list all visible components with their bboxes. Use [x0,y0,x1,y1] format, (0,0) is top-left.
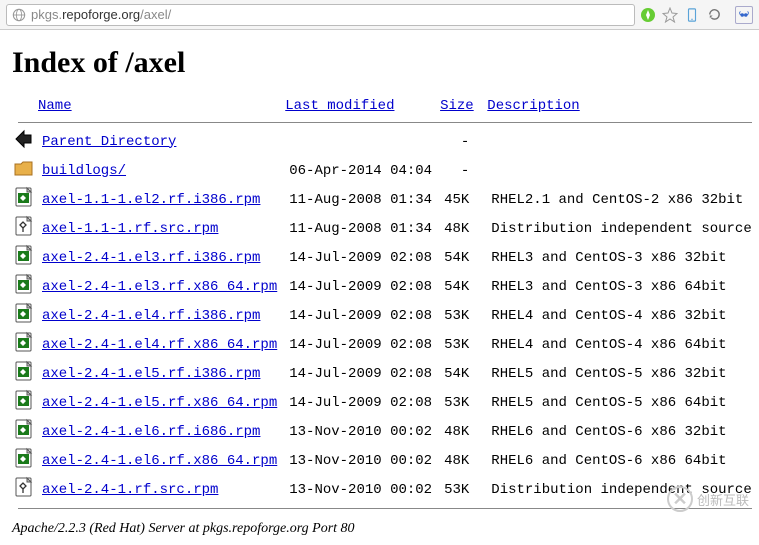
divider [18,508,752,509]
file-description: RHEL5 and CentOS-5 x86 32bit [485,359,757,388]
file-description: RHEL4 and CentOS-4 x86 32bit [485,301,757,330]
file-description: RHEL4 and CentOS-4 x86 64bit [485,330,757,359]
col-description[interactable]: Description [487,98,579,114]
table-row: axel-1.1-1.rf.src.rpm 11-Aug-2008 01:3448… [12,214,758,243]
file-description: RHEL6 and CentOS-6 x86 64bit [485,446,757,475]
file-modified: 06-Apr-2014 04:04 [283,156,438,185]
table-row: axel-2.4-1.el5.rf.x86_64.rpm 14-Jul-2009 … [12,388,758,417]
package-icon [14,197,34,213]
back-icon [14,139,34,155]
file-description: RHEL3 and CentOS-3 x86 64bit [485,272,757,301]
file-size: 53K [438,330,485,359]
source-icon [14,226,34,242]
table-row: axel-2.4-1.rf.src.rpm 13-Nov-2010 00:0253… [12,475,758,504]
package-icon [14,342,34,358]
file-link[interactable]: axel-2.4-1.rf.src.rpm [42,482,218,498]
file-size: 54K [438,359,485,388]
reload-icon[interactable] [705,6,723,24]
file-modified: 14-Jul-2009 02:08 [283,359,438,388]
file-size: 48K [438,214,485,243]
extension-icon[interactable] [735,6,753,24]
file-link[interactable]: axel-2.4-1.el4.rf.i386.rpm [42,308,260,324]
package-icon [14,371,34,387]
file-modified: 13-Nov-2010 00:02 [283,446,438,475]
file-modified: 13-Nov-2010 00:02 [283,417,438,446]
table-row: axel-2.4-1.el4.rf.x86_64.rpm 14-Jul-2009 … [12,330,758,359]
mobile-icon[interactable] [683,6,701,24]
file-link[interactable]: axel-2.4-1.el4.rf.x86_64.rpm [42,337,277,353]
url-path: /axel/ [140,7,171,22]
package-icon [14,429,34,445]
file-size: 54K [438,272,485,301]
file-size: 53K [438,475,485,504]
file-size: - [438,156,485,185]
parent-directory-row: Parent Directory - [12,127,758,156]
file-link[interactable]: axel-2.4-1.el5.rf.i386.rpm [42,366,260,382]
url-host: repoforge.org [62,7,140,22]
file-modified: 14-Jul-2009 02:08 [283,330,438,359]
file-size: 53K [438,301,485,330]
bookmark-star-icon[interactable] [661,6,679,24]
package-icon [14,313,34,329]
col-modified[interactable]: Last modified [285,98,394,114]
file-link[interactable]: axel-2.4-1.el6.rf.i686.rpm [42,424,260,440]
package-icon [14,255,34,271]
address-bar[interactable]: pkgs.repoforge.org/axel/ [6,4,635,26]
divider [18,122,752,123]
table-row: axel-2.4-1.el4.rf.i386.rpm 14-Jul-2009 02… [12,301,758,330]
col-name[interactable]: Name [38,98,72,114]
browser-toolbar: pkgs.repoforge.org/axel/ [0,0,759,30]
file-link[interactable]: axel-2.4-1.el5.rf.x86_64.rpm [42,395,277,411]
parent-directory-link[interactable]: Parent Directory [42,134,176,150]
file-link[interactable]: axel-1.1-1.rf.src.rpm [42,221,218,237]
file-modified: 14-Jul-2009 02:08 [283,388,438,417]
parent-size: - [438,127,485,156]
file-description: RHEL6 and CentOS-6 x86 32bit [485,417,757,446]
file-description: RHEL5 and CentOS-5 x86 64bit [485,388,757,417]
package-icon [14,400,34,416]
globe-icon [11,7,27,23]
file-size: 54K [438,243,485,272]
table-row: axel-2.4-1.el6.rf.i686.rpm 13-Nov-2010 00… [12,417,758,446]
file-link[interactable]: axel-2.4-1.el3.rf.i386.rpm [42,250,260,266]
file-link[interactable]: axel-2.4-1.el3.rf.x86_64.rpm [42,279,277,295]
file-description: RHEL3 and CentOS-3 x86 32bit [485,243,757,272]
table-row: axel-2.4-1.el3.rf.x86_64.rpm 14-Jul-2009 … [12,272,758,301]
file-size: 53K [438,388,485,417]
directory-listing: Name Last modified Size Description Pare… [12,96,758,513]
file-description: Distribution independent source [485,475,757,504]
package-icon [14,284,34,300]
table-row: buildlogs/06-Apr-2014 04:04- [12,156,758,185]
table-row: axel-1.1-1.el2.rf.i386.rpm 11-Aug-2008 01… [12,185,758,214]
file-description [485,156,757,185]
source-icon [14,487,34,503]
file-modified: 11-Aug-2008 01:34 [283,185,438,214]
file-link[interactable]: axel-1.1-1.el2.rf.i386.rpm [42,192,260,208]
table-row: axel-2.4-1.el3.rf.i386.rpm 14-Jul-2009 02… [12,243,758,272]
table-row: axel-2.4-1.el5.rf.i386.rpm 14-Jul-2009 02… [12,359,758,388]
header-row: Name Last modified Size Description [12,96,758,118]
table-row: axel-2.4-1.el6.rf.x86_64.rpm 13-Nov-2010 … [12,446,758,475]
server-footer: Apache/2.2.3 (Red Hat) Server at pkgs.re… [12,521,747,537]
url-text: pkgs.repoforge.org/axel/ [27,7,630,22]
package-icon [14,458,34,474]
file-modified: 13-Nov-2010 00:02 [283,475,438,504]
file-modified: 14-Jul-2009 02:08 [283,301,438,330]
folder-icon [14,168,34,184]
file-size: 45K [438,185,485,214]
page-title: Index of /axel [12,46,747,80]
col-size[interactable]: Size [440,98,474,114]
status-ok-icon [639,6,657,24]
file-modified: 11-Aug-2008 01:34 [283,214,438,243]
page-content: Index of /axel Name Last modified Size D… [0,30,759,545]
file-description: Distribution independent source [485,214,757,243]
file-link[interactable]: axel-2.4-1.el6.rf.x86_64.rpm [42,453,277,469]
url-prefix: pkgs. [31,7,62,22]
file-modified: 14-Jul-2009 02:08 [283,272,438,301]
file-description: RHEL2.1 and CentOS-2 x86 32bit [485,185,757,214]
file-modified: 14-Jul-2009 02:08 [283,243,438,272]
file-link[interactable]: buildlogs/ [42,163,126,179]
file-size: 48K [438,417,485,446]
file-size: 48K [438,446,485,475]
